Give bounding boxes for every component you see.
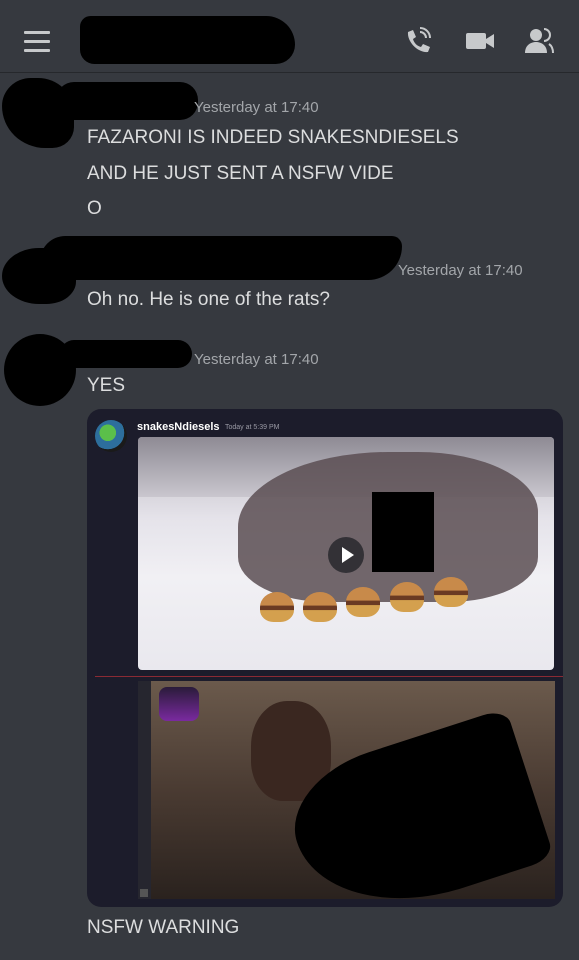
redacted-username xyxy=(40,236,402,280)
video-thumbnail-2[interactable] xyxy=(151,681,555,899)
embed-side-strip xyxy=(138,681,151,899)
embed-divider xyxy=(95,676,563,677)
channel-header xyxy=(0,0,579,73)
message-text-line: AND HE JUST SENT A NSFW VIDE xyxy=(87,163,394,184)
message-text-line: O xyxy=(87,198,102,219)
video-thumbnail-1[interactable] xyxy=(138,437,554,670)
video-embed: snakesNdiesels Today at 5:39 PM xyxy=(87,409,563,907)
play-icon[interactable] xyxy=(328,537,364,573)
channel-badge-icon xyxy=(159,687,199,721)
burger-icon xyxy=(260,592,294,622)
message-timestamp: Yesterday at 17:40 xyxy=(194,99,319,116)
burger-icon xyxy=(303,592,337,622)
embed-timestamp: Today at 5:39 PM xyxy=(225,424,280,431)
message-timestamp: Yesterday at 17:40 xyxy=(398,262,523,279)
message-text-line: FAZARONI IS INDEED SNAKESNDIESELS xyxy=(87,127,459,148)
message-timestamp: Yesterday at 17:40 xyxy=(194,351,319,368)
video-icon[interactable] xyxy=(463,26,497,56)
message-text-line: NSFW WARNING xyxy=(87,917,240,938)
message-text-line: Oh no. He is one of the rats? xyxy=(87,289,330,310)
censor-mark xyxy=(372,492,434,572)
redacted-channel-name xyxy=(80,16,295,64)
burger-icon xyxy=(390,582,424,612)
hamburger-icon[interactable] xyxy=(24,31,50,52)
burger-icon xyxy=(346,587,380,617)
call-icon[interactable] xyxy=(402,26,436,56)
members-icon[interactable] xyxy=(522,26,556,56)
burger-icon xyxy=(434,577,468,607)
redacted-username xyxy=(56,82,198,120)
embed-author-avatar[interactable] xyxy=(95,420,127,452)
message-text-line: YES xyxy=(87,375,126,396)
redacted-username xyxy=(60,340,192,368)
embed-author-name[interactable]: snakesNdiesels xyxy=(137,421,220,433)
embed-corner-icon xyxy=(140,889,148,897)
